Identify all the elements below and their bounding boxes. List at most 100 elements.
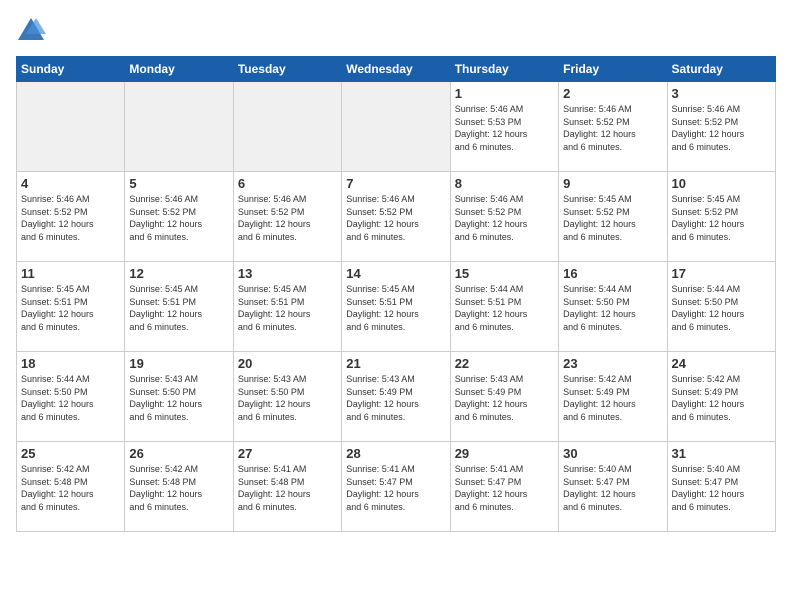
calendar-cell: 20 Sunrise: 5:43 AMSunset: 5:50 PMDayligh… — [233, 352, 341, 442]
day-info: Sunrise: 5:42 AMSunset: 5:49 PMDaylight:… — [563, 373, 662, 423]
calendar-week-4: 18 Sunrise: 5:44 AMSunset: 5:50 PMDayligh… — [17, 352, 776, 442]
day-number: 25 — [21, 446, 120, 461]
calendar-cell: 7 Sunrise: 5:46 AMSunset: 5:52 PMDaylight… — [342, 172, 450, 262]
day-info: Sunrise: 5:45 AMSunset: 5:51 PMDaylight:… — [129, 283, 228, 333]
day-info: Sunrise: 5:44 AMSunset: 5:50 PMDaylight:… — [21, 373, 120, 423]
day-info: Sunrise: 5:46 AMSunset: 5:52 PMDaylight:… — [238, 193, 337, 243]
calendar-cell: 22 Sunrise: 5:43 AMSunset: 5:49 PMDayligh… — [450, 352, 558, 442]
day-info: Sunrise: 5:43 AMSunset: 5:50 PMDaylight:… — [238, 373, 337, 423]
day-info: Sunrise: 5:41 AMSunset: 5:48 PMDaylight:… — [238, 463, 337, 513]
calendar-cell — [17, 82, 125, 172]
day-header-wednesday: Wednesday — [342, 57, 450, 82]
calendar-header-row: SundayMondayTuesdayWednesdayThursdayFrid… — [17, 57, 776, 82]
calendar-cell: 29Sunrise: 5:41 AMSunset: 5:47 PMDayligh… — [450, 442, 558, 532]
day-info: Sunrise: 5:40 AMSunset: 5:47 PMDaylight:… — [672, 463, 771, 513]
day-number: 5 — [129, 176, 228, 191]
calendar-cell — [342, 82, 450, 172]
calendar-cell: 16Sunrise: 5:44 AMSunset: 5:50 PMDayligh… — [559, 262, 667, 352]
calendar-cell: 4 Sunrise: 5:46 AMSunset: 5:52 PMDaylight… — [17, 172, 125, 262]
calendar-week-1: 1 Sunrise: 5:46 AMSunset: 5:53 PMDaylight… — [17, 82, 776, 172]
calendar-cell: 15 Sunrise: 5:44 AMSunset: 5:51 PMDayligh… — [450, 262, 558, 352]
day-number: 23 — [563, 356, 662, 371]
day-info: Sunrise: 5:44 AMSunset: 5:50 PMDaylight:… — [563, 283, 662, 333]
day-info: Sunrise: 5:45 AMSunset: 5:51 PMDaylight:… — [346, 283, 445, 333]
calendar-cell: 8 Sunrise: 5:46 AMSunset: 5:52 PMDaylight… — [450, 172, 558, 262]
day-info: Sunrise: 5:45 AMSunset: 5:52 PMDaylight:… — [672, 193, 771, 243]
calendar-cell: 5 Sunrise: 5:46 AMSunset: 5:52 PMDaylight… — [125, 172, 233, 262]
day-info: Sunrise: 5:46 AMSunset: 5:52 PMDaylight:… — [129, 193, 228, 243]
day-number: 6 — [238, 176, 337, 191]
day-number: 22 — [455, 356, 554, 371]
calendar-cell: 21Sunrise: 5:43 AMSunset: 5:49 PMDayligh… — [342, 352, 450, 442]
day-info: Sunrise: 5:46 AMSunset: 5:52 PMDaylight:… — [346, 193, 445, 243]
day-number: 9 — [563, 176, 662, 191]
day-info: Sunrise: 5:43 AMSunset: 5:49 PMDaylight:… — [455, 373, 554, 423]
calendar-cell: 31 Sunrise: 5:40 AMSunset: 5:47 PMDayligh… — [667, 442, 775, 532]
day-info: Sunrise: 5:42 AMSunset: 5:49 PMDaylight:… — [672, 373, 771, 423]
calendar-cell: 27 Sunrise: 5:41 AMSunset: 5:48 PMDayligh… — [233, 442, 341, 532]
day-header-saturday: Saturday — [667, 57, 775, 82]
calendar-cell: 28Sunrise: 5:41 AMSunset: 5:47 PMDayligh… — [342, 442, 450, 532]
day-number: 8 — [455, 176, 554, 191]
day-number: 11 — [21, 266, 120, 281]
day-info: Sunrise: 5:46 AMSunset: 5:52 PMDaylight:… — [455, 193, 554, 243]
calendar-week-5: 25 Sunrise: 5:42 AMSunset: 5:48 PMDayligh… — [17, 442, 776, 532]
calendar-cell: 12 Sunrise: 5:45 AMSunset: 5:51 PMDayligh… — [125, 262, 233, 352]
day-info: Sunrise: 5:44 AMSunset: 5:51 PMDaylight:… — [455, 283, 554, 333]
calendar-week-2: 4 Sunrise: 5:46 AMSunset: 5:52 PMDaylight… — [17, 172, 776, 262]
day-info: Sunrise: 5:45 AMSunset: 5:51 PMDaylight:… — [238, 283, 337, 333]
day-info: Sunrise: 5:45 AMSunset: 5:51 PMDaylight:… — [21, 283, 120, 333]
day-number: 15 — [455, 266, 554, 281]
day-header-monday: Monday — [125, 57, 233, 82]
calendar-cell — [233, 82, 341, 172]
day-number: 14 — [346, 266, 445, 281]
day-number: 26 — [129, 446, 228, 461]
day-info: Sunrise: 5:42 AMSunset: 5:48 PMDaylight:… — [129, 463, 228, 513]
day-info: Sunrise: 5:46 AMSunset: 5:52 PMDaylight:… — [672, 103, 771, 153]
calendar-cell: 24Sunrise: 5:42 AMSunset: 5:49 PMDayligh… — [667, 352, 775, 442]
day-info: Sunrise: 5:45 AMSunset: 5:52 PMDaylight:… — [563, 193, 662, 243]
day-number: 31 — [672, 446, 771, 461]
day-number: 29 — [455, 446, 554, 461]
calendar-cell: 3 Sunrise: 5:46 AMSunset: 5:52 PMDaylight… — [667, 82, 775, 172]
day-info: Sunrise: 5:41 AMSunset: 5:47 PMDaylight:… — [346, 463, 445, 513]
day-header-tuesday: Tuesday — [233, 57, 341, 82]
day-info: Sunrise: 5:46 AMSunset: 5:53 PMDaylight:… — [455, 103, 554, 153]
day-number: 27 — [238, 446, 337, 461]
day-number: 18 — [21, 356, 120, 371]
calendar-cell: 2Sunrise: 5:46 AMSunset: 5:52 PMDaylight… — [559, 82, 667, 172]
day-number: 19 — [129, 356, 228, 371]
day-number: 1 — [455, 86, 554, 101]
day-header-thursday: Thursday — [450, 57, 558, 82]
day-number: 17 — [672, 266, 771, 281]
day-info: Sunrise: 5:40 AMSunset: 5:47 PMDaylight:… — [563, 463, 662, 513]
calendar-cell: 26 Sunrise: 5:42 AMSunset: 5:48 PMDayligh… — [125, 442, 233, 532]
day-number: 7 — [346, 176, 445, 191]
calendar-body: 1 Sunrise: 5:46 AMSunset: 5:53 PMDaylight… — [17, 82, 776, 532]
calendar-cell: 14 Sunrise: 5:45 AMSunset: 5:51 PMDayligh… — [342, 262, 450, 352]
logo-icon — [16, 16, 46, 44]
calendar-cell: 18 Sunrise: 5:44 AMSunset: 5:50 PMDayligh… — [17, 352, 125, 442]
calendar-cell: 30 Sunrise: 5:40 AMSunset: 5:47 PMDayligh… — [559, 442, 667, 532]
day-number: 10 — [672, 176, 771, 191]
calendar-cell: 10 Sunrise: 5:45 AMSunset: 5:52 PMDayligh… — [667, 172, 775, 262]
day-info: Sunrise: 5:44 AMSunset: 5:50 PMDaylight:… — [672, 283, 771, 333]
calendar-cell: 23 Sunrise: 5:42 AMSunset: 5:49 PMDayligh… — [559, 352, 667, 442]
day-header-sunday: Sunday — [17, 57, 125, 82]
day-info: Sunrise: 5:42 AMSunset: 5:48 PMDaylight:… — [21, 463, 120, 513]
day-number: 20 — [238, 356, 337, 371]
day-number: 3 — [672, 86, 771, 101]
day-info: Sunrise: 5:43 AMSunset: 5:50 PMDaylight:… — [129, 373, 228, 423]
calendar-cell — [125, 82, 233, 172]
day-info: Sunrise: 5:46 AMSunset: 5:52 PMDaylight:… — [21, 193, 120, 243]
calendar-cell: 25 Sunrise: 5:42 AMSunset: 5:48 PMDayligh… — [17, 442, 125, 532]
logo — [16, 16, 46, 44]
day-number: 4 — [21, 176, 120, 191]
calendar-cell: 19 Sunrise: 5:43 AMSunset: 5:50 PMDayligh… — [125, 352, 233, 442]
day-info: Sunrise: 5:46 AMSunset: 5:52 PMDaylight:… — [563, 103, 662, 153]
day-number: 13 — [238, 266, 337, 281]
calendar-week-3: 11 Sunrise: 5:45 AMSunset: 5:51 PMDayligh… — [17, 262, 776, 352]
day-number: 30 — [563, 446, 662, 461]
day-number: 12 — [129, 266, 228, 281]
calendar-cell: 9 Sunrise: 5:45 AMSunset: 5:52 PMDaylight… — [559, 172, 667, 262]
